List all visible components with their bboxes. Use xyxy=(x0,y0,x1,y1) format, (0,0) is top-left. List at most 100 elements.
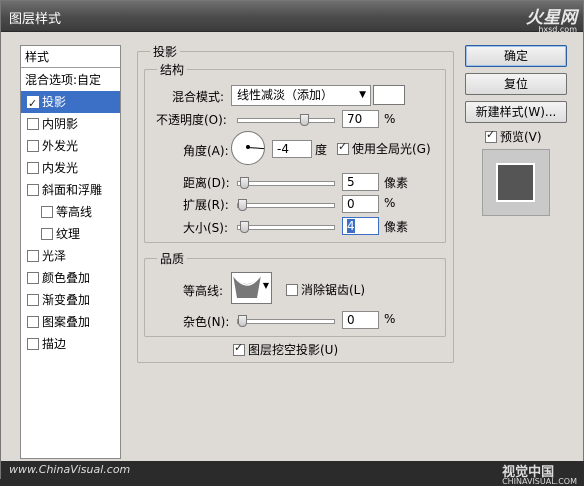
angle-label: 角度(A): xyxy=(183,144,229,158)
opacity-slider-thumb[interactable] xyxy=(300,114,309,126)
sidebar-item-pattern-overlay[interactable]: 图案叠加 xyxy=(21,311,120,333)
ok-button-label: 确定 xyxy=(503,49,528,63)
quality-group: 品质 等高线: ▼ 消除锯齿(L) 杂色(N): 0 % xyxy=(144,250,446,337)
global-light-toggle[interactable]: 使用全局光(G) xyxy=(337,140,431,157)
sidebar-item-label: 投影 xyxy=(42,95,67,109)
blend-mode-value: 线性减淡（添加） xyxy=(237,88,334,102)
contour-picker[interactable]: ▼ xyxy=(231,272,272,304)
distance-slider-thumb[interactable] xyxy=(240,177,249,189)
preview-toggle[interactable]: 预览(V) xyxy=(485,128,542,145)
drop-shadow-checkbox[interactable] xyxy=(27,93,39,115)
inner-glow-checkbox[interactable] xyxy=(27,161,39,174)
blend-mode-select[interactable]: 线性减淡（添加） ▼ xyxy=(231,85,371,106)
angle-dial-center xyxy=(246,145,250,149)
layer-style-dialog: 图层样式 火星网 hxsd.com 样式 混合选项:自定 投影 内阴影 外发光 … xyxy=(0,0,584,486)
shadow-color-swatch[interactable] xyxy=(373,85,405,105)
size-label: 大小(S): xyxy=(183,221,229,235)
angle-input[interactable]: -4 xyxy=(272,140,312,158)
spread-slider-thumb[interactable] xyxy=(238,199,247,211)
noise-slider[interactable] xyxy=(237,315,335,327)
antialias-toggle[interactable]: 消除锯齿(L) xyxy=(286,281,365,298)
sidebar-item-stroke[interactable]: 描边 xyxy=(21,333,120,355)
stroke-checkbox[interactable] xyxy=(27,337,39,350)
size-input[interactable]: 4 xyxy=(342,217,379,235)
sidebar-item-gradient-overlay[interactable]: 渐变叠加 xyxy=(21,289,120,311)
panel-title: 投影 xyxy=(150,43,181,60)
sidebar-item-outer-glow[interactable]: 外发光 xyxy=(21,135,120,157)
pattern-overlay-checkbox[interactable] xyxy=(27,315,39,328)
opacity-slider[interactable] xyxy=(237,114,335,126)
watermark-right: 视觉中国 CHINAVISUAL.COM xyxy=(502,461,577,486)
sidebar-item-label: 图案叠加 xyxy=(42,315,91,329)
global-light-checkbox[interactable] xyxy=(337,140,349,155)
noise-value: 0 xyxy=(347,313,355,327)
new-style-button[interactable]: 新建样式(W)... xyxy=(465,101,567,123)
spread-label: 扩展(R): xyxy=(183,198,229,212)
gradient-overlay-checkbox[interactable] xyxy=(27,293,39,306)
watermark-right-sub: CHINAVISUAL.COM xyxy=(502,477,577,486)
preview-checkbox[interactable] xyxy=(485,128,497,143)
style-preview xyxy=(482,149,550,216)
sidebar-item-color-overlay[interactable]: 颜色叠加 xyxy=(21,267,120,289)
opacity-unit: % xyxy=(384,112,396,126)
noise-unit: % xyxy=(384,312,396,326)
knockout-checkbox[interactable] xyxy=(233,341,245,356)
spread-input[interactable]: 0 xyxy=(342,195,379,213)
watermark-left: www.ChinaVisual.com xyxy=(9,463,131,476)
satin-checkbox[interactable] xyxy=(27,249,39,262)
distance-slider[interactable] xyxy=(237,177,335,189)
angle-dial[interactable] xyxy=(231,131,265,165)
sidebar-item-label: 内发光 xyxy=(42,161,79,175)
distance-input[interactable]: 5 xyxy=(342,173,379,191)
contour-checkbox[interactable] xyxy=(41,205,53,218)
antialias-checkbox[interactable] xyxy=(286,283,298,296)
drop-shadow-panel: 投影 结构 混合模式: 线性减淡（添加） ▼ 不透明度(O): 70 % 角度(… xyxy=(137,43,454,363)
structure-label: 结构 xyxy=(157,61,188,78)
sidebar-item-label: 纹理 xyxy=(56,227,81,241)
sidebar-item-texture[interactable]: 纹理 xyxy=(21,223,120,245)
sidebar-item-inner-shadow[interactable]: 内阴影 xyxy=(21,113,120,135)
sidebar-item-label: 等高线 xyxy=(56,205,93,219)
noise-input[interactable]: 0 xyxy=(342,311,379,329)
style-preview-swatch xyxy=(496,163,535,202)
sidebar-item-satin[interactable]: 光泽 xyxy=(21,245,120,267)
size-slider-thumb[interactable] xyxy=(240,221,249,233)
styles-header[interactable]: 样式 xyxy=(21,46,120,68)
opacity-value: 70 xyxy=(347,112,363,126)
color-overlay-checkbox[interactable] xyxy=(27,271,39,284)
styles-list: 样式 混合选项:自定 投影 内阴影 外发光 内发光 斜面和浮雕 等高线 纹理 光… xyxy=(20,45,121,459)
sidebar-item-drop-shadow[interactable]: 投影 xyxy=(21,91,120,115)
inner-shadow-checkbox[interactable] xyxy=(27,117,39,130)
sidebar-item-blending-options[interactable]: 混合选项:自定 xyxy=(21,69,120,91)
distance-value: 5 xyxy=(347,175,355,189)
window-title: 图层样式 xyxy=(9,12,62,27)
bevel-emboss-checkbox[interactable] xyxy=(27,183,39,196)
opacity-label: 不透明度(O): xyxy=(156,113,227,127)
opacity-input[interactable]: 70 xyxy=(342,110,379,128)
angle-unit: 度 xyxy=(315,143,328,157)
knockout-toggle[interactable]: 图层挖空投影(U) xyxy=(233,341,338,358)
distance-label: 距离(D): xyxy=(183,176,230,190)
watermark-logo: 火星网 hxsd.com xyxy=(526,3,577,34)
dropdown-arrow-icon: ▼ xyxy=(359,90,366,100)
sidebar-item-contour[interactable]: 等高线 xyxy=(21,201,120,223)
spread-slider[interactable] xyxy=(237,199,335,211)
sidebar-item-label: 斜面和浮雕 xyxy=(42,183,103,197)
size-unit: 像素 xyxy=(384,220,409,234)
ok-button[interactable]: 确定 xyxy=(465,45,567,67)
texture-checkbox[interactable] xyxy=(41,227,53,240)
contour-curve-icon xyxy=(232,274,262,298)
watermark-footer: www.ChinaVisual.com 视觉中国 CHINAVISUAL.COM xyxy=(1,461,584,486)
reset-button[interactable]: 复位 xyxy=(465,73,567,95)
size-slider[interactable] xyxy=(237,221,335,233)
angle-dial-needle xyxy=(247,147,264,150)
sidebar-item-inner-glow[interactable]: 内发光 xyxy=(21,157,120,179)
sidebar-item-label: 光泽 xyxy=(42,249,67,263)
contour-label: 等高线: xyxy=(183,284,224,298)
title-bar: 图层样式 火星网 hxsd.com xyxy=(1,1,583,34)
noise-slider-thumb[interactable] xyxy=(238,315,247,327)
sidebar-item-bevel-emboss[interactable]: 斜面和浮雕 xyxy=(21,179,120,201)
outer-glow-checkbox[interactable] xyxy=(27,139,39,152)
preview-label: 预览(V) xyxy=(500,130,542,144)
global-light-label: 使用全局光(G) xyxy=(352,142,431,156)
